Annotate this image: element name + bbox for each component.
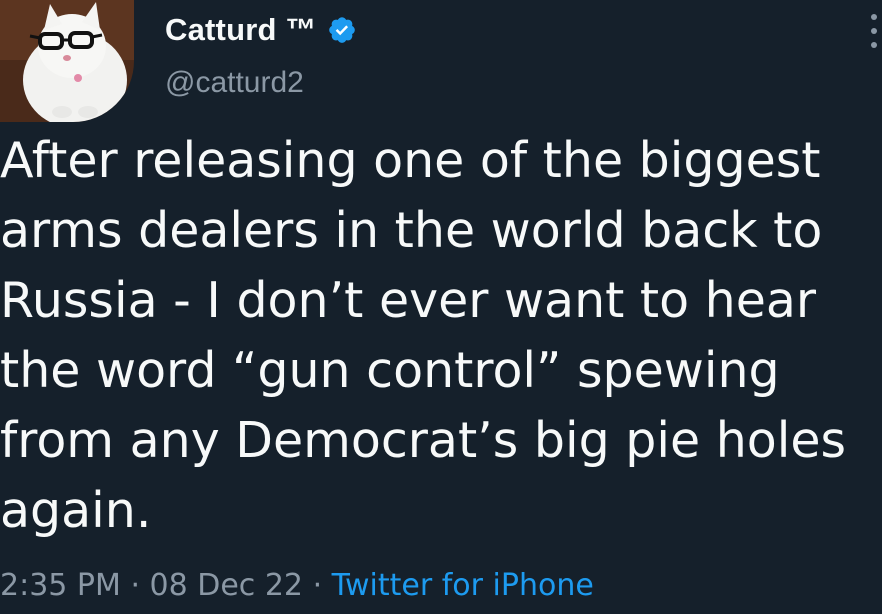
tweet-text: After releasing one of the biggest arms … <box>0 126 860 546</box>
tweet-date[interactable]: 08 Dec 22 <box>150 568 303 603</box>
tweet-time[interactable]: 2:35 PM <box>0 568 121 603</box>
tweet-text-line: Russia - I don’t ever want to hear <box>0 272 817 329</box>
avatar-cat-image <box>0 0 134 122</box>
tweet-text-line: the word “gun control” spewing <box>0 342 780 399</box>
tweet-text-line: arms dealers in the world back to <box>0 202 823 259</box>
author-name-row: Catturd ™ <box>165 10 357 50</box>
avatar[interactable] <box>0 0 134 122</box>
tweet-text-line: After releasing one of the biggest <box>0 132 821 189</box>
tweet-meta: 2:35 PM · 08 Dec 22 · Twitter for iPhone <box>0 568 594 604</box>
more-dot <box>871 14 877 20</box>
meta-separator: · <box>312 568 323 603</box>
tweet-source-link[interactable]: Twitter for iPhone <box>332 568 594 603</box>
tweet-text-line: again. <box>0 482 152 539</box>
meta-separator: · <box>130 568 140 603</box>
verified-badge-icon <box>328 17 355 43</box>
more-dot <box>871 28 877 34</box>
more-options-icon[interactable] <box>870 14 878 48</box>
more-dot <box>871 42 877 48</box>
tweet-text-line: from any Democrat’s big pie holes <box>0 412 847 469</box>
author-handle[interactable]: @catturd2 <box>165 66 304 100</box>
author-display-name[interactable]: Catturd ™ <box>165 12 317 48</box>
